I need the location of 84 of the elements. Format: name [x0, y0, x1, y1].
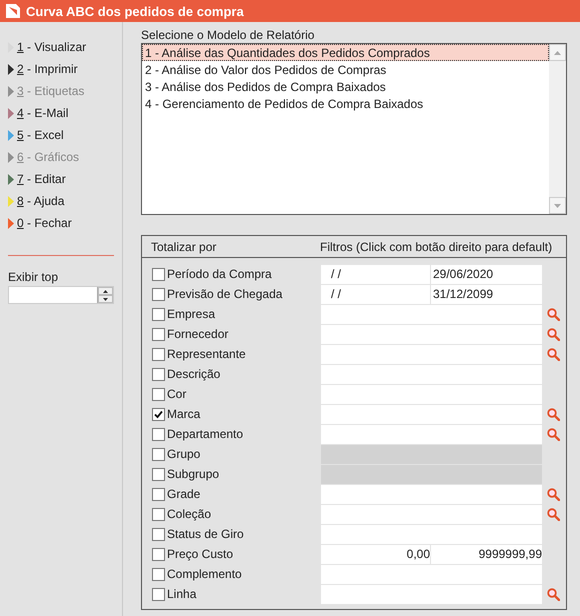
checkbox-label: Preço Custo — [166, 547, 234, 561]
checkbox-label: Status de Giro — [166, 527, 245, 541]
search-icon[interactable] — [546, 328, 560, 340]
search-icon[interactable] — [546, 588, 560, 600]
menu-item[interactable]: 2 - Imprimir — [8, 58, 114, 80]
list-item[interactable]: 3 - Análise dos Pedidos de Compra Baixados — [142, 78, 549, 95]
date-to-field[interactable]: 31/12/2099 — [431, 284, 542, 304]
checkbox-label: Empresa — [166, 307, 216, 321]
column-header: Filtros (Click com botão direito para default) — [320, 240, 552, 254]
checkbox[interactable] — [152, 288, 165, 300]
checkbox-label: Descrição — [166, 367, 222, 381]
checkbox[interactable] — [152, 568, 165, 580]
filter-field[interactable] — [321, 444, 542, 464]
search-icon[interactable] — [546, 348, 560, 360]
checkbox-label: Fornecedor — [166, 327, 230, 341]
checkbox-label: Departamento — [166, 427, 244, 441]
menu-item[interactable]: 1 - Visualizar — [8, 36, 114, 58]
filter-field[interactable] — [321, 464, 542, 484]
menu-item[interactable]: 5 - Excel — [8, 124, 114, 146]
checkbox-label: Grupo — [166, 447, 202, 461]
menu-item[interactable]: 0 - Fechar — [8, 212, 114, 234]
checkbox[interactable] — [152, 488, 165, 500]
search-icon[interactable] — [546, 408, 560, 420]
checkbox[interactable] — [152, 408, 165, 420]
filter-field[interactable] — [321, 384, 542, 404]
down-arrow-icon[interactable] — [103, 298, 108, 300]
filter-field[interactable] — [321, 424, 542, 444]
filter-field[interactable] — [321, 404, 542, 424]
menu-item[interactable]: 7 - Editar — [8, 168, 114, 190]
checkbox[interactable] — [152, 348, 165, 360]
filter-field[interactable] — [321, 324, 542, 344]
checkbox-label: Cor — [166, 387, 188, 401]
checkbox-label: Subgrupo — [166, 467, 220, 481]
checkbox[interactable] — [152, 308, 165, 320]
checkbox[interactable] — [152, 328, 165, 340]
checkbox-label: Previsão de Chegada — [166, 287, 284, 301]
checkbox-label: Período da Compra — [166, 267, 273, 281]
checkbox[interactable] — [152, 548, 165, 560]
filter-field[interactable] — [321, 484, 542, 504]
list-label: Selecione o Modelo de Relatório — [141, 28, 316, 42]
checkbox[interactable] — [152, 388, 165, 400]
date-from-field[interactable]: / / — [321, 284, 431, 304]
filter-field[interactable] — [321, 584, 542, 604]
checkbox-label: Representante — [166, 347, 247, 361]
filter-field[interactable] — [321, 364, 542, 384]
checkbox-label: Grade — [166, 487, 202, 501]
date-to-field[interactable]: 29/06/2020 — [431, 264, 542, 284]
search-icon[interactable] — [546, 428, 560, 440]
checkbox[interactable] — [152, 508, 165, 520]
filter-field[interactable] — [321, 564, 542, 584]
value-from-field[interactable]: 0,00 — [321, 544, 431, 564]
filter-field[interactable] — [321, 304, 542, 324]
checkbox[interactable] — [152, 468, 165, 480]
checkbox[interactable] — [152, 528, 165, 540]
up-arrow-icon[interactable] — [103, 290, 108, 292]
search-icon[interactable] — [546, 488, 560, 500]
checkbox[interactable] — [152, 428, 165, 440]
list-item[interactable]: 4 - Gerenciamento de Pedidos de Compra Baixados — [142, 95, 549, 112]
list-item[interactable]: 2 - Análise do Valor dos Pedidos de Compras — [142, 61, 549, 78]
checkbox-label: Marca — [166, 407, 202, 421]
app-logo-icon — [6, 4, 20, 18]
filter-field[interactable] — [321, 344, 542, 364]
value-to-field[interactable]: 9999999,99 — [431, 544, 542, 564]
date-from-field[interactable]: / / — [321, 264, 431, 284]
checkbox[interactable] — [152, 588, 165, 600]
menu-item[interactable]: 8 - Ajuda — [8, 190, 114, 212]
checkbox-label: Linha — [166, 587, 198, 601]
filter-field[interactable] — [321, 504, 542, 524]
menu-item[interactable]: 4 - E-Mail — [8, 102, 114, 124]
scroll-up-icon[interactable] — [554, 50, 561, 54]
checkbox[interactable] — [152, 448, 165, 460]
checkbox-label: Complemento — [166, 567, 243, 581]
checkbox[interactable] — [152, 368, 165, 380]
column-header: Totalizar por — [151, 240, 218, 254]
checkbox[interactable] — [152, 268, 165, 280]
scroll-down-icon[interactable] — [554, 204, 561, 208]
field-label: Exibir top — [8, 270, 60, 284]
window-title: Curva ABC dos pedidos de compra — [26, 4, 244, 18]
list-item[interactable]: 1 - Análise das Quantidades dos Pedidos Comprados — [142, 44, 549, 61]
filter-field[interactable] — [321, 524, 542, 544]
checkbox-label: Coleção — [166, 507, 212, 521]
spin-field[interactable] — [8, 286, 114, 304]
search-icon[interactable] — [546, 308, 560, 320]
search-icon[interactable] — [546, 508, 560, 520]
